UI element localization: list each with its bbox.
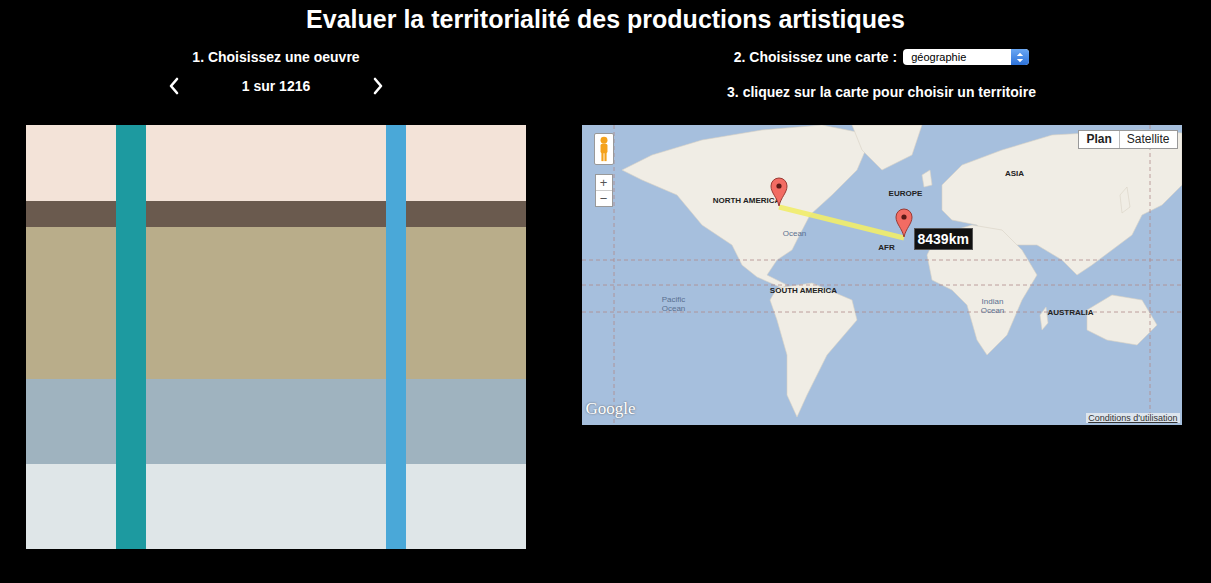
zoom-button[interactable]: + <box>596 175 612 190</box>
map-label: AUSTRALIA <box>1047 308 1093 317</box>
map[interactable]: NORTH AMERICA EUROPE ASIA AFR Ocean SOUTH AME… <box>582 125 1182 425</box>
artwork-panel: 1. Choisissez une oeuvre 1 sur 1216 <box>0 46 552 549</box>
map-label: ASIA <box>1005 169 1024 178</box>
map-choice-row: 2. Choisissez une carte : géographie <box>734 46 1029 68</box>
page-title: Evaluer la territorialité des production… <box>0 0 1211 38</box>
map-label: AFR <box>878 243 894 252</box>
distance-label: 8439km <box>914 228 973 250</box>
map-type-button[interactable]: Satellite <box>1119 131 1177 148</box>
map-type-control: PlanSatellite <box>1078 130 1177 149</box>
select-arrows-icon <box>1011 49 1029 65</box>
land-shape <box>622 125 872 288</box>
artwork-image <box>26 125 526 549</box>
map-select[interactable]: géographie <box>903 49 1029 65</box>
page: Evaluer la territorialité des production… <box>0 0 1211 583</box>
map-label: Indian Ocean <box>973 297 1013 315</box>
land-shape <box>1120 187 1130 213</box>
map-pin-icon[interactable] <box>769 177 789 207</box>
map-choice-label: 2. Choisissez une carte : <box>734 49 897 65</box>
terms-link[interactable]: Conditions d'utilisation <box>1086 413 1179 423</box>
land-shape <box>852 125 922 170</box>
zoom-control: +− <box>595 174 613 207</box>
google-logo: Google <box>586 399 636 419</box>
next-arrow-icon[interactable] <box>372 77 384 95</box>
map-type-button[interactable]: Plan <box>1079 131 1118 148</box>
main-area: 1. Choisissez une oeuvre 1 sur 1216 2. C… <box>0 38 1211 549</box>
previous-arrow-icon[interactable] <box>168 77 180 95</box>
map-label: Pacific Ocean <box>654 295 694 313</box>
map-label: SOUTH AMERICA <box>770 286 837 295</box>
artwork-label: 1. Choisissez une oeuvre <box>192 46 359 68</box>
map-select-value: géographie <box>903 51 966 63</box>
land-shape <box>1087 295 1157 345</box>
map-pin-icon[interactable] <box>894 208 914 238</box>
map-label: EUROPE <box>889 189 923 198</box>
map-label: Ocean <box>775 229 815 238</box>
map-panel: 2. Choisissez une carte : géographie 3. … <box>552 46 1211 549</box>
artwork-nav: 1 sur 1216 <box>168 68 385 104</box>
land-shape <box>770 283 857 417</box>
land-shape <box>922 170 932 187</box>
land-shape <box>1040 307 1048 330</box>
world-map[interactable] <box>582 125 1182 425</box>
street-view-pegman-icon[interactable] <box>594 133 614 165</box>
artwork-position: 1 sur 1216 <box>242 78 311 94</box>
map-instruction: 3. cliquez sur la carte pour choisir un … <box>727 68 1036 104</box>
map-label: NORTH AMERICA <box>713 196 781 205</box>
zoom-button[interactable]: − <box>596 190 612 206</box>
